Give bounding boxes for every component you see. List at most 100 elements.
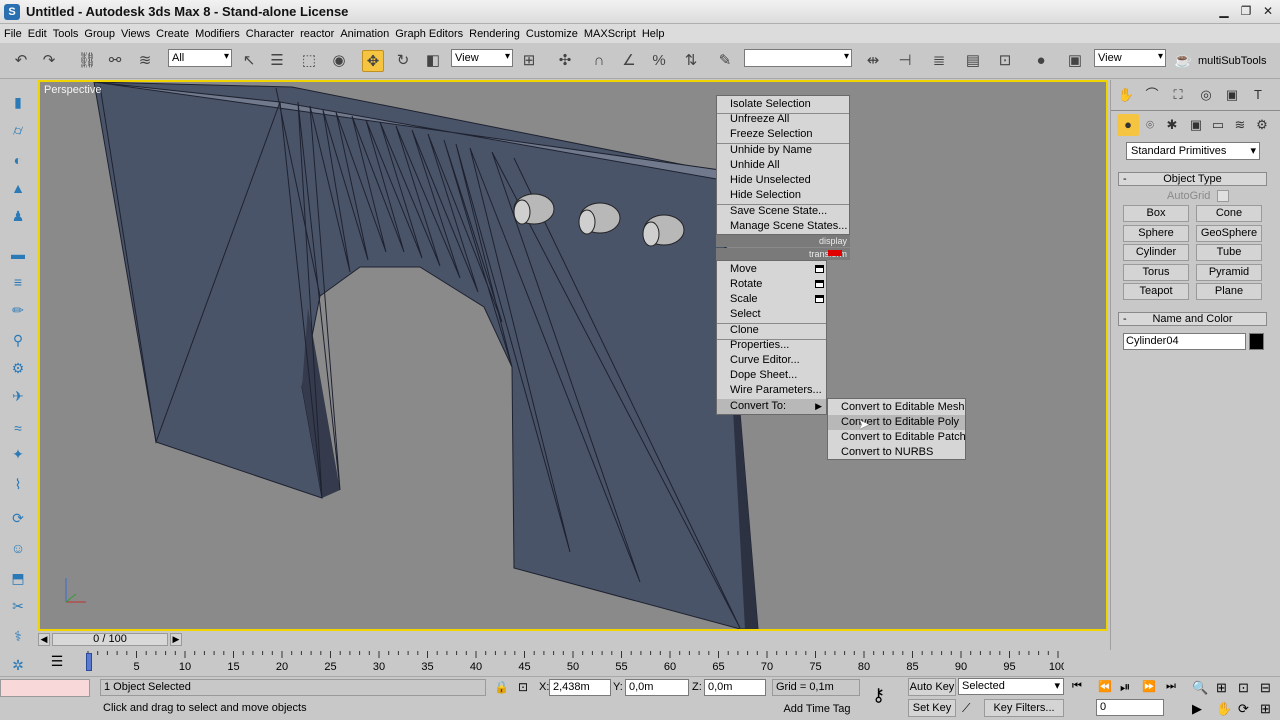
- convert-to-editable-poly-item[interactable]: Convert to Editable Poly: [828, 415, 965, 430]
- track-bar-menu-icon[interactable]: ☰: [46, 653, 68, 671]
- dope-sheet-item[interactable]: Dope Sheet...: [717, 368, 797, 383]
- autogrid-checkbox[interactable]: [1217, 190, 1229, 202]
- cameras-category-icon[interactable]: ▣: [1185, 114, 1207, 136]
- convert-to-editable-patch-item[interactable]: Convert to Editable Patch: [828, 430, 966, 445]
- lock-selection-icon[interactable]: 🔒: [494, 680, 509, 694]
- curve-editor-icon[interactable]: ▤: [962, 50, 984, 72]
- window-tool-icon[interactable]: ▬: [8, 244, 28, 264]
- named-selection-dropdown[interactable]: [744, 49, 852, 67]
- key-filters-button[interactable]: Key Filters...: [984, 699, 1064, 717]
- hide-unselected-item[interactable]: Hide Unselected: [717, 173, 811, 188]
- menu-help[interactable]: Help: [642, 28, 671, 40]
- wave-tool-icon[interactable]: ≈: [8, 418, 28, 438]
- save-scene-state-item[interactable]: Save Scene State...: [717, 204, 827, 219]
- menu-customize[interactable]: Customize: [526, 28, 584, 40]
- menu-graph-editors[interactable]: Graph Editors: [395, 28, 469, 40]
- person-tool-icon[interactable]: ☺: [8, 538, 28, 558]
- menu-maxscript[interactable]: MAXScript: [584, 28, 642, 40]
- absolute-mode-icon[interactable]: ⊡: [518, 680, 528, 694]
- brush-tool-icon[interactable]: ⚲: [8, 330, 28, 350]
- sphere-tool-icon[interactable]: ◐: [8, 150, 28, 170]
- select-object-icon[interactable]: ↖: [238, 50, 260, 72]
- move-settings-icon[interactable]: [815, 265, 824, 273]
- add-time-tag-button[interactable]: Add Time Tag: [772, 701, 862, 719]
- zoom-all-icon[interactable]: ⊞: [1216, 680, 1227, 696]
- select-and-rotate-icon[interactable]: ↻: [392, 50, 414, 72]
- auto-key-button[interactable]: Auto Key: [908, 678, 956, 696]
- unhide-by-name-item[interactable]: Unhide by Name: [717, 143, 812, 158]
- align-icon[interactable]: ⊣: [894, 50, 916, 72]
- manage-scene-states-item[interactable]: Manage Scene States...: [717, 219, 847, 234]
- mirror-icon[interactable]: ⇹: [862, 50, 884, 72]
- prev-frame-icon[interactable]: ◀: [38, 633, 50, 646]
- utilities-tab-icon[interactable]: T: [1247, 84, 1269, 106]
- next-frame-icon[interactable]: ⏩: [1142, 680, 1156, 693]
- menu-views[interactable]: Views: [121, 28, 156, 40]
- plugin-label[interactable]: multiSubTools: [1198, 55, 1266, 67]
- maximize-viewport-icon[interactable]: ⊞: [1260, 701, 1271, 717]
- cone-tool-icon[interactable]: ▲: [8, 178, 28, 198]
- render-view-dropdown[interactable]: View: [1094, 49, 1166, 67]
- convert-to-editable-mesh-item[interactable]: Convert to Editable Mesh: [828, 400, 965, 415]
- menu-reactor[interactable]: reactor: [300, 28, 340, 40]
- pivot-center-icon[interactable]: ⊞: [518, 50, 540, 72]
- torus-button[interactable]: Torus: [1123, 264, 1189, 281]
- menu-animation[interactable]: Animation: [340, 28, 395, 40]
- field-of-view-icon[interactable]: ▶: [1192, 701, 1202, 717]
- menu-group[interactable]: Group: [84, 28, 121, 40]
- clone-item[interactable]: Clone: [717, 323, 759, 338]
- properties-item[interactable]: Properties...: [717, 338, 789, 353]
- menu-create[interactable]: Create: [156, 28, 195, 40]
- select-and-scale-icon[interactable]: ◧: [422, 50, 444, 72]
- render-scene-icon[interactable]: ▣: [1064, 50, 1086, 72]
- quick-render-icon[interactable]: ☕: [1172, 50, 1194, 72]
- unlink-icon[interactable]: ⚯: [104, 50, 126, 72]
- name-and-color-rollout[interactable]: - Name and Color: [1118, 312, 1267, 326]
- pyramid-button[interactable]: Pyramid: [1196, 264, 1262, 281]
- minimize-button[interactable]: ▁: [1214, 3, 1234, 20]
- zoom-icon[interactable]: 🔍: [1192, 680, 1208, 696]
- refresh-tool-icon[interactable]: ⟳: [8, 508, 28, 528]
- track-bar[interactable]: 5 10 15 20 25 30 35 40 45 50 55 60 65 70 75 80 85 90 95 100: [84, 651, 1064, 675]
- material-editor-icon[interactable]: ●: [1030, 50, 1052, 72]
- hierarchy-tab-icon[interactable]: ⛶: [1167, 84, 1189, 106]
- select-item[interactable]: Select: [717, 307, 761, 322]
- systems-category-icon[interactable]: ⚙: [1251, 114, 1273, 136]
- scissor-tool-icon[interactable]: ✂: [8, 596, 28, 616]
- current-frame-marker[interactable]: [86, 653, 92, 671]
- shapes-category-icon[interactable]: ⌾: [1139, 114, 1161, 136]
- create-tab-icon[interactable]: ✋: [1115, 84, 1137, 106]
- bone-tool-icon[interactable]: ⚕: [8, 626, 28, 646]
- window-crossing-icon[interactable]: ◉: [328, 50, 350, 72]
- motion-tab-icon[interactable]: ◎: [1195, 84, 1217, 106]
- select-by-name-icon[interactable]: ☰: [266, 50, 288, 72]
- percent-snap-icon[interactable]: %: [648, 50, 670, 72]
- convert-to-nurbs-item[interactable]: Convert to NURBS: [828, 445, 933, 460]
- key-mode-dropdown[interactable]: Selected ▾: [958, 678, 1064, 695]
- cube-tool-icon[interactable]: ⬒: [8, 568, 28, 588]
- cone-button[interactable]: Cone: [1196, 205, 1262, 222]
- cylinder-button[interactable]: Cylinder: [1123, 244, 1189, 261]
- move-item[interactable]: Move: [717, 262, 826, 277]
- wire-parameters-item[interactable]: Wire Parameters...: [717, 383, 822, 398]
- settings-tool-icon[interactable]: ✲: [8, 655, 28, 675]
- space-warps-category-icon[interactable]: ≋: [1229, 114, 1251, 136]
- menu-character[interactable]: Character: [246, 28, 300, 40]
- menu-edit[interactable]: Edit: [28, 28, 53, 40]
- menu-rendering[interactable]: Rendering: [469, 28, 526, 40]
- key-mode-icon[interactable]: ⚷: [872, 685, 885, 706]
- geometry-category-icon[interactable]: ●: [1117, 114, 1139, 136]
- time-slider[interactable]: ◀ 0 / 100 ▶: [38, 632, 1108, 647]
- modify-tab-icon[interactable]: ⌒: [1141, 84, 1163, 106]
- time-slider-thumb[interactable]: 0 / 100: [52, 633, 168, 646]
- gear-tool-icon[interactable]: ⚙: [8, 358, 28, 378]
- 3ds-max-logo-icon[interactable]: S: [4, 3, 20, 20]
- go-to-end-icon[interactable]: ⏭: [1166, 680, 1176, 693]
- perspective-viewport[interactable]: Perspective: [38, 80, 1108, 631]
- redo-icon[interactable]: ↷: [38, 50, 60, 72]
- reference-coordinate-dropdown[interactable]: View: [451, 49, 513, 67]
- tube-button[interactable]: Tube: [1196, 244, 1262, 261]
- previous-frame-icon[interactable]: ⏪: [1098, 680, 1112, 693]
- current-frame-input[interactable]: 0: [1096, 699, 1164, 716]
- unhide-all-item[interactable]: Unhide All: [717, 158, 780, 173]
